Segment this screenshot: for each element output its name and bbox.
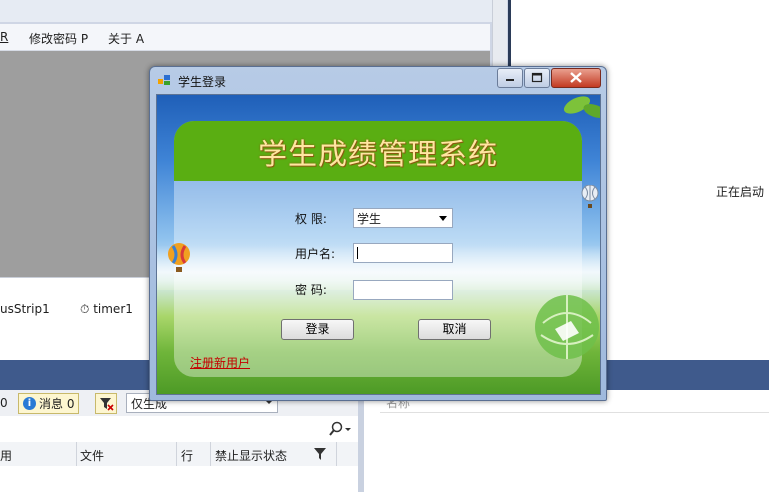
register-link[interactable]: 注册新用户 xyxy=(190,354,250,371)
username-label: 用户名: xyxy=(295,247,336,261)
menu-item-r[interactable]: R xyxy=(0,30,8,44)
error-list-body xyxy=(0,466,358,492)
minimize-icon xyxy=(506,79,514,81)
error-list-search[interactable] xyxy=(0,416,358,443)
messages-filter-label: 消息 0 xyxy=(39,397,75,411)
minimize-button[interactable] xyxy=(497,68,523,88)
messages-filter-button[interactable]: i 消息 0 xyxy=(18,393,80,414)
column-header-line[interactable]: 行 xyxy=(181,447,193,464)
globe-icon xyxy=(535,295,599,359)
role-label: 权 限: xyxy=(295,212,327,226)
filter-icon[interactable] xyxy=(313,447,327,461)
menu-item-about[interactable]: 关于 A xyxy=(108,30,144,47)
tray-timer-label: timer1 xyxy=(93,302,133,316)
login-button[interactable]: 登录 xyxy=(281,319,354,340)
search-icon xyxy=(329,421,351,436)
password-input[interactable] xyxy=(353,280,453,300)
startup-status-text: 正在启动 xyxy=(716,185,765,199)
text-caret xyxy=(357,247,358,259)
column-header-suppression[interactable]: 禁止显示状态 xyxy=(215,447,287,464)
filter-icon xyxy=(100,398,114,411)
system-title: 学生成绩管理系统 xyxy=(257,137,498,171)
column-header-0[interactable]: 用 xyxy=(0,447,12,464)
username-input[interactable] xyxy=(353,243,453,263)
balloon-icon xyxy=(581,185,599,208)
column-header-file[interactable]: 文件 xyxy=(80,447,104,464)
maximize-button[interactable] xyxy=(524,68,550,88)
form-menu-strip: R 修改密码 P 关于 A xyxy=(0,24,490,51)
dialog-title: 学生登录 xyxy=(178,75,227,89)
cancel-button[interactable]: 取消 xyxy=(418,319,491,340)
dialog-client-area: 学生成绩管理系统 权 限: 学生 用户名: 密 码: 登录 取消 注册新用户 xyxy=(156,94,601,395)
error-list-header: 用 文件 行 禁止显示状态 xyxy=(0,442,358,467)
designer-top-bar xyxy=(0,0,492,22)
menu-item-change-password[interactable]: 修改密码 P xyxy=(29,30,88,47)
login-dialog: 学生登录 学生成绩管理系统 权 限: 学生 用户名: 密 码: 登录 取消 注册… xyxy=(149,66,607,401)
divider xyxy=(380,412,769,413)
app-icon xyxy=(158,75,170,85)
balloon-icon xyxy=(168,243,190,272)
chevron-down-icon xyxy=(439,216,447,221)
filter-button[interactable] xyxy=(95,393,117,414)
info-icon: i xyxy=(23,397,36,410)
password-label: 密 码: xyxy=(295,283,327,297)
close-icon xyxy=(570,72,582,83)
maximize-icon xyxy=(531,72,543,83)
tray-timer[interactable]: ⏱ timer1 xyxy=(80,302,133,317)
timer-icon: ⏱ xyxy=(80,302,90,316)
tray-status-strip[interactable]: usStrip1 xyxy=(0,302,50,316)
errors-count[interactable]: 0 xyxy=(0,396,8,410)
role-select[interactable]: 学生 xyxy=(353,208,453,228)
properties-panel xyxy=(364,390,769,492)
role-select-value: 学生 xyxy=(357,212,382,226)
close-button[interactable] xyxy=(551,68,601,88)
